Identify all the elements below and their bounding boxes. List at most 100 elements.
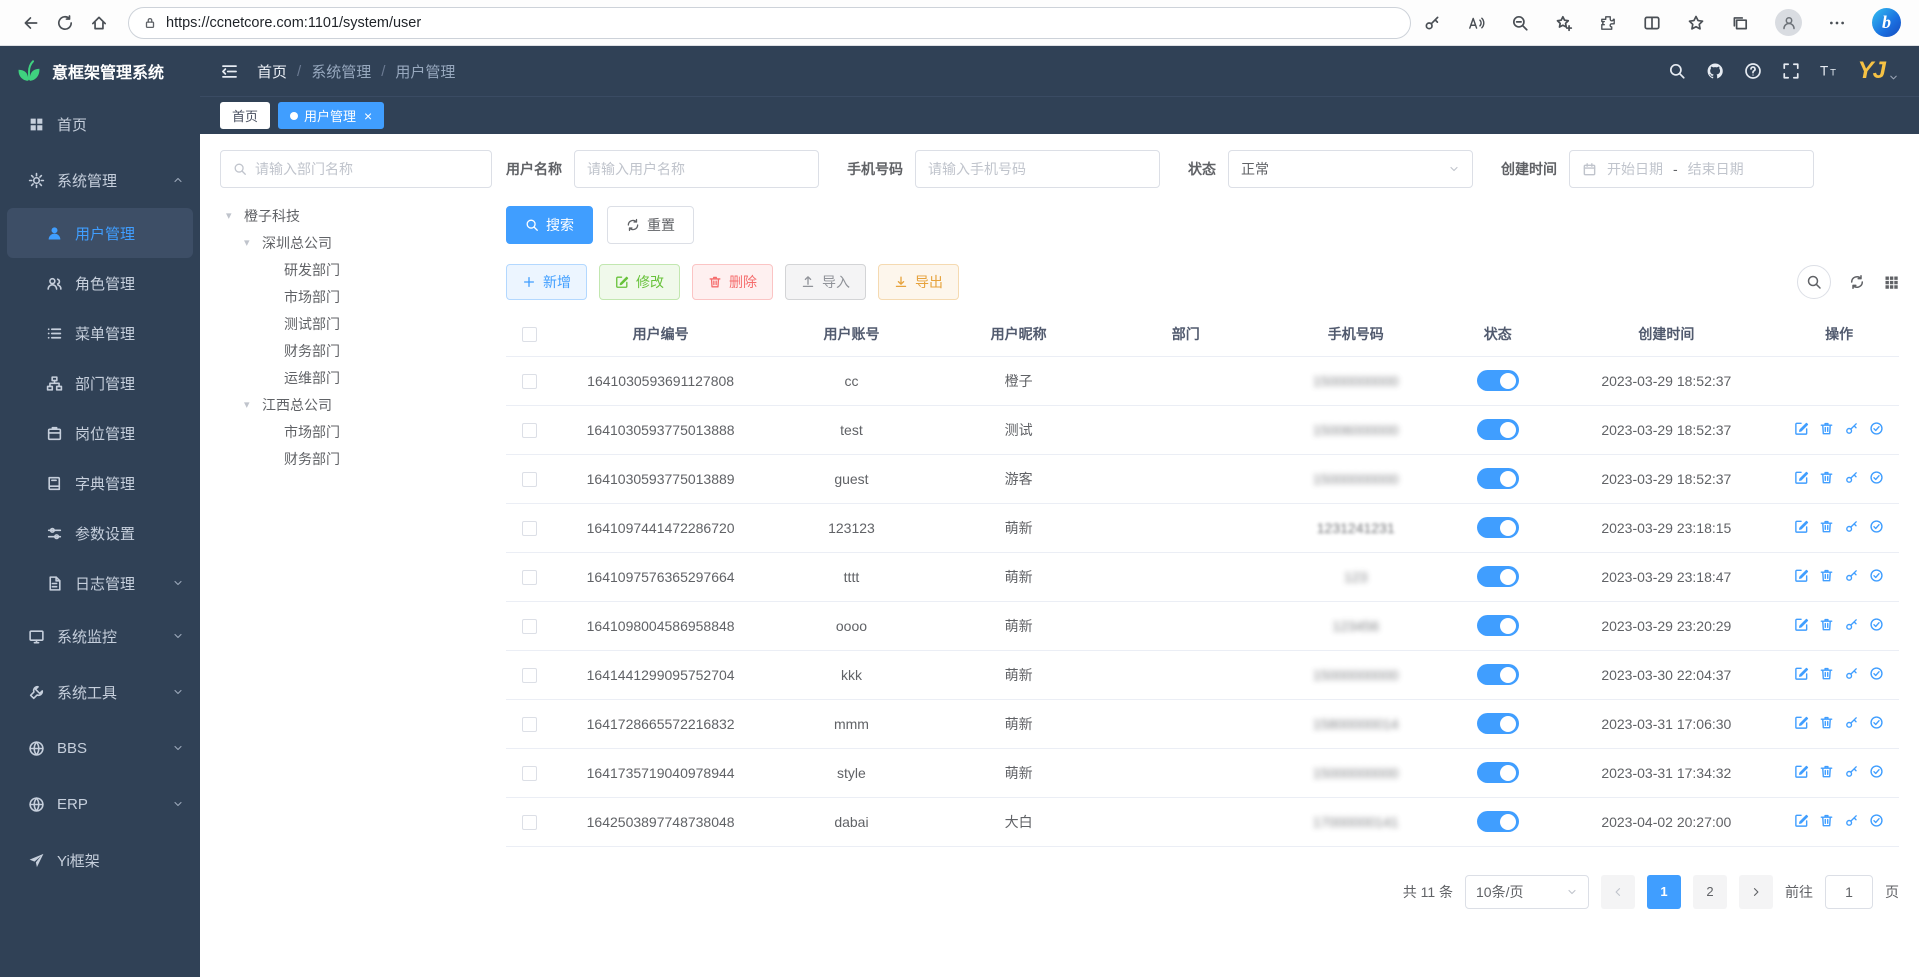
delete-row-icon[interactable] <box>1819 421 1834 436</box>
breadcrumb-item[interactable]: 系统管理 <box>311 61 371 82</box>
phone-input[interactable] <box>915 150 1160 188</box>
search-button[interactable]: 搜索 <box>506 206 593 244</box>
row-checkbox[interactable] <box>522 766 537 781</box>
row-checkbox[interactable] <box>522 668 537 683</box>
sidebar-item-erp[interactable]: ERP <box>0 776 200 832</box>
assign-role-icon[interactable] <box>1869 568 1884 583</box>
browser-refresh-icon[interactable] <box>48 7 82 39</box>
tree-node[interactable]: 财务部门 <box>220 445 492 472</box>
sidebar-item-user[interactable]: 用户管理 <box>7 208 193 258</box>
edit-button[interactable]: 修改 <box>599 264 680 300</box>
favorites-icon[interactable] <box>1687 14 1705 32</box>
collections-icon[interactable] <box>1731 14 1749 32</box>
read-aloud-icon[interactable] <box>1467 14 1485 32</box>
sidebar-item-bbs[interactable]: BBS <box>0 720 200 776</box>
tree-node[interactable]: ▾橙子科技 <box>220 202 492 229</box>
column-settings-icon[interactable] <box>1883 274 1899 290</box>
edit-row-icon[interactable] <box>1794 764 1809 779</box>
split-screen-icon[interactable] <box>1643 14 1661 32</box>
user-menu[interactable]: YJ <box>1858 57 1899 85</box>
status-toggle[interactable] <box>1477 517 1519 538</box>
reset-password-icon[interactable] <box>1844 666 1859 681</box>
sidebar-item-home[interactable]: 首页 <box>0 96 200 152</box>
delete-row-icon[interactable] <box>1819 764 1834 779</box>
row-checkbox[interactable] <box>522 570 537 585</box>
reset-password-icon[interactable] <box>1844 617 1859 632</box>
assign-role-icon[interactable] <box>1869 666 1884 681</box>
profile-avatar[interactable] <box>1775 9 1802 36</box>
zoom-out-icon[interactable] <box>1511 14 1529 32</box>
tab-user[interactable]: 用户管理× <box>278 102 384 129</box>
assign-role-icon[interactable] <box>1869 813 1884 828</box>
table-refresh-icon[interactable] <box>1849 274 1865 290</box>
edit-row-icon[interactable] <box>1794 470 1809 485</box>
edit-row-icon[interactable] <box>1794 666 1809 681</box>
edit-row-icon[interactable] <box>1794 715 1809 730</box>
reset-password-icon[interactable] <box>1844 764 1859 779</box>
address-bar[interactable]: https://ccnetcore.com:1101/system/user <box>128 7 1411 39</box>
sidebar-item-dict[interactable]: 字典管理 <box>0 458 200 508</box>
status-toggle[interactable] <box>1477 664 1519 685</box>
select-all-checkbox[interactable] <box>522 327 537 342</box>
sidebar-item-log[interactable]: 日志管理 <box>0 558 200 608</box>
tree-node[interactable]: 市场部门 <box>220 418 492 445</box>
edit-row-icon[interactable] <box>1794 421 1809 436</box>
reset-password-icon[interactable] <box>1844 568 1859 583</box>
add-button[interactable]: 新增 <box>506 264 587 300</box>
sidebar-item-post[interactable]: 岗位管理 <box>0 408 200 458</box>
edit-row-icon[interactable] <box>1794 568 1809 583</box>
reset-password-icon[interactable] <box>1844 813 1859 828</box>
row-checkbox[interactable] <box>522 472 537 487</box>
help-icon[interactable] <box>1744 62 1762 80</box>
goto-page-input[interactable] <box>1825 875 1873 909</box>
sidebar-item-monitor[interactable]: 系统监控 <box>0 608 200 664</box>
import-button[interactable]: 导入 <box>785 264 866 300</box>
reset-password-icon[interactable] <box>1844 421 1859 436</box>
tree-node[interactable]: ▾深圳总公司 <box>220 229 492 256</box>
tab-home[interactable]: 首页 <box>220 102 270 129</box>
row-checkbox[interactable] <box>522 815 537 830</box>
next-page-button[interactable] <box>1739 875 1773 909</box>
page-number-1[interactable]: 1 <box>1647 875 1681 909</box>
assign-role-icon[interactable] <box>1869 715 1884 730</box>
date-range-picker[interactable]: 开始日期 - 结束日期 <box>1569 150 1814 188</box>
caret-down-icon[interactable]: ▾ <box>226 209 244 222</box>
sidebar-item-role[interactable]: 角色管理 <box>0 258 200 308</box>
browser-home-icon[interactable] <box>82 7 116 39</box>
table-search-icon[interactable] <box>1797 265 1831 299</box>
edit-row-icon[interactable] <box>1794 519 1809 534</box>
browser-back-icon[interactable] <box>14 7 48 39</box>
sidebar-item-yi-frame[interactable]: Yi框架 <box>0 832 200 888</box>
reset-password-icon[interactable] <box>1844 715 1859 730</box>
export-button[interactable]: 导出 <box>878 264 959 300</box>
tree-node[interactable]: 研发部门 <box>220 256 492 283</box>
add-favorite-icon[interactable] <box>1555 14 1573 32</box>
status-toggle[interactable] <box>1477 615 1519 636</box>
dept-search-input[interactable] <box>255 161 479 177</box>
tree-node[interactable]: 测试部门 <box>220 310 492 337</box>
tree-node[interactable]: 运维部门 <box>220 364 492 391</box>
password-key-icon[interactable] <box>1423 14 1441 32</box>
tree-node[interactable]: 市场部门 <box>220 283 492 310</box>
sidebar-item-system[interactable]: 系统管理 <box>0 152 200 208</box>
delete-row-icon[interactable] <box>1819 519 1834 534</box>
dept-search-box[interactable] <box>220 150 492 188</box>
assign-role-icon[interactable] <box>1869 519 1884 534</box>
reset-button[interactable]: 重置 <box>607 206 694 244</box>
delete-row-icon[interactable] <box>1819 813 1834 828</box>
caret-down-icon[interactable]: ▾ <box>244 236 262 249</box>
extensions-icon[interactable] <box>1599 14 1617 32</box>
status-select[interactable]: 正常 <box>1228 150 1473 188</box>
breadcrumb-item[interactable]: 首页 <box>257 61 287 82</box>
search-icon[interactable] <box>1668 62 1686 80</box>
edit-row-icon[interactable] <box>1794 813 1809 828</box>
page-size-select[interactable]: 10条/页 <box>1465 875 1589 909</box>
fullscreen-icon[interactable] <box>1782 62 1800 80</box>
delete-row-icon[interactable] <box>1819 715 1834 730</box>
font-size-icon[interactable]: TT <box>1820 62 1838 80</box>
assign-role-icon[interactable] <box>1869 470 1884 485</box>
page-number-2[interactable]: 2 <box>1693 875 1727 909</box>
row-checkbox[interactable] <box>522 521 537 536</box>
copilot-icon[interactable]: b <box>1872 8 1901 37</box>
delete-row-icon[interactable] <box>1819 666 1834 681</box>
